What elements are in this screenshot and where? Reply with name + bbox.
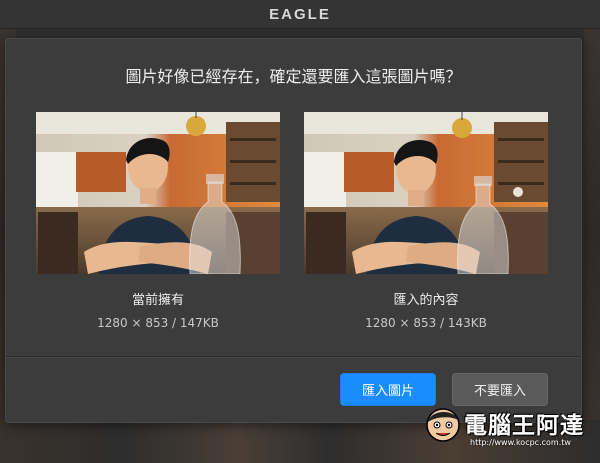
incoming-image-label: 匯入的內容: [393, 293, 459, 308]
existing-image-label: 當前擁有: [131, 293, 184, 308]
watermark-url: http://www.kocpc.com.tw: [470, 438, 571, 447]
incoming-image-thumbnail: [304, 112, 548, 274]
dialog-divider: [6, 356, 581, 358]
app-window: EAGLE 圖片好像已經存在，確定還要匯入這張圖片嗎？ 當前擁有 1280 × …: [0, 0, 600, 463]
background-photo-right: [584, 0, 600, 463]
cartoon-face-logo-icon: [426, 408, 460, 442]
incoming-image-info: 1280 × 853 / 143KB: [365, 316, 487, 330]
photo-thumbnail-icon: [304, 112, 548, 274]
duplicate-image-dialog: 圖片好像已經存在，確定還要匯入這張圖片嗎？ 當前擁有 1280 × 853 / …: [5, 38, 582, 423]
app-title: EAGLE: [269, 5, 331, 23]
photo-thumbnail-icon: [36, 112, 280, 274]
watermark-site-name: 電腦王阿達: [464, 413, 584, 439]
import-image-button[interactable]: 匯入圖片: [340, 373, 436, 406]
dialog-question: 圖片好像已經存在，確定還要匯入這張圖片嗎？: [125, 67, 462, 86]
existing-image-info: 1280 × 853 / 147KB: [97, 316, 219, 330]
site-watermark: 電腦王阿達 http://www.kocpc.com.tw: [424, 402, 594, 458]
title-bar: EAGLE: [0, 0, 600, 29]
existing-image-thumbnail: [36, 112, 280, 274]
